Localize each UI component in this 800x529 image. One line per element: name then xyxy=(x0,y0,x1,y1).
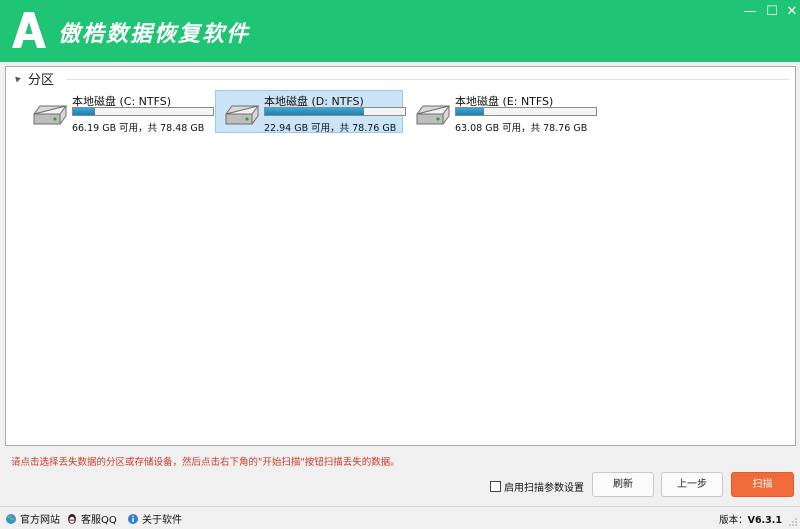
website-link[interactable]: 官方网站 xyxy=(5,511,60,526)
website-label[interactable]: 官方网站 xyxy=(20,511,60,526)
maximize-button[interactable]: ☐ xyxy=(764,4,780,20)
support-qq-link[interactable]: 客服QQ xyxy=(66,511,117,526)
title-bar: 傲梏数据恢复软件 — ☐ ✕ xyxy=(0,0,800,62)
section-divider xyxy=(66,79,789,80)
drive-item-e[interactable]: 本地磁盘 (E: NTFS) 63.08 GB 可用，共 78.76 GB xyxy=(406,90,597,134)
version-label: 版本： xyxy=(719,515,748,526)
drive-capacity: 22.94 GB 可用，共 78.76 GB xyxy=(264,123,397,134)
info-icon xyxy=(128,513,138,524)
instruction-hint: 请点击选择丢失数据的分区或存储设备，然后点击右下角的"开始扫描"按钮扫描丢失的数… xyxy=(11,457,400,468)
section-title: 分区 xyxy=(28,72,55,88)
status-bar: 官方网站 客服QQ 关于软件 版本：V6.3.1 xyxy=(0,506,800,529)
scan-params-label[interactable]: 启用扫描参数设置 xyxy=(504,479,584,494)
drive-usage-fill xyxy=(456,108,484,115)
drive-item-c[interactable]: 本地磁盘 (C: NTFS) 66.19 GB 可用，共 78.48 GB xyxy=(23,90,214,134)
collapse-caret-icon[interactable] xyxy=(13,74,21,82)
drive-usage-fill xyxy=(265,108,365,115)
hard-drive-icon xyxy=(416,105,451,125)
drive-capacity: 63.08 GB 可用，共 78.76 GB xyxy=(455,123,588,134)
support-qq-label[interactable]: 客服QQ xyxy=(81,511,117,526)
about-link[interactable]: 关于软件 xyxy=(127,511,182,526)
scan-button[interactable]: 扫描 xyxy=(731,472,794,497)
scan-params-option[interactable]: 启用扫描参数设置 xyxy=(490,479,584,494)
drive-usage-bar xyxy=(264,107,406,116)
partition-panel: 分区 本地磁盘 (C: NTFS) 66.19 GB 可用，共 78.48 GB… xyxy=(5,66,796,446)
close-button[interactable]: ✕ xyxy=(784,4,800,20)
about-label[interactable]: 关于软件 xyxy=(142,511,182,526)
hard-drive-icon xyxy=(33,105,68,125)
drive-usage-bar xyxy=(455,107,597,116)
hard-drive-icon xyxy=(225,105,260,125)
drive-item-d[interactable]: 本地磁盘 (D: NTFS) 22.94 GB 可用，共 78.76 GB xyxy=(215,90,406,134)
drive-usage-fill xyxy=(73,108,96,115)
app-title: 傲梏数据恢复软件 xyxy=(58,22,251,47)
drive-capacity: 66.19 GB 可用，共 78.48 GB xyxy=(72,123,205,134)
minimize-button[interactable]: — xyxy=(742,4,758,20)
back-button[interactable]: 上一步 xyxy=(661,472,723,497)
drive-usage-bar xyxy=(72,107,214,116)
version-value: V6.3.1 xyxy=(747,515,782,526)
globe-icon xyxy=(6,513,16,524)
refresh-button[interactable]: 刷新 xyxy=(592,472,654,497)
section-header[interactable]: 分区 xyxy=(13,69,55,88)
app-logo-icon xyxy=(12,12,46,48)
resize-grip-icon[interactable] xyxy=(788,517,798,527)
qq-penguin-icon xyxy=(68,513,76,524)
scan-params-checkbox[interactable] xyxy=(490,481,501,492)
version-info: 版本：V6.3.1 xyxy=(719,512,782,526)
